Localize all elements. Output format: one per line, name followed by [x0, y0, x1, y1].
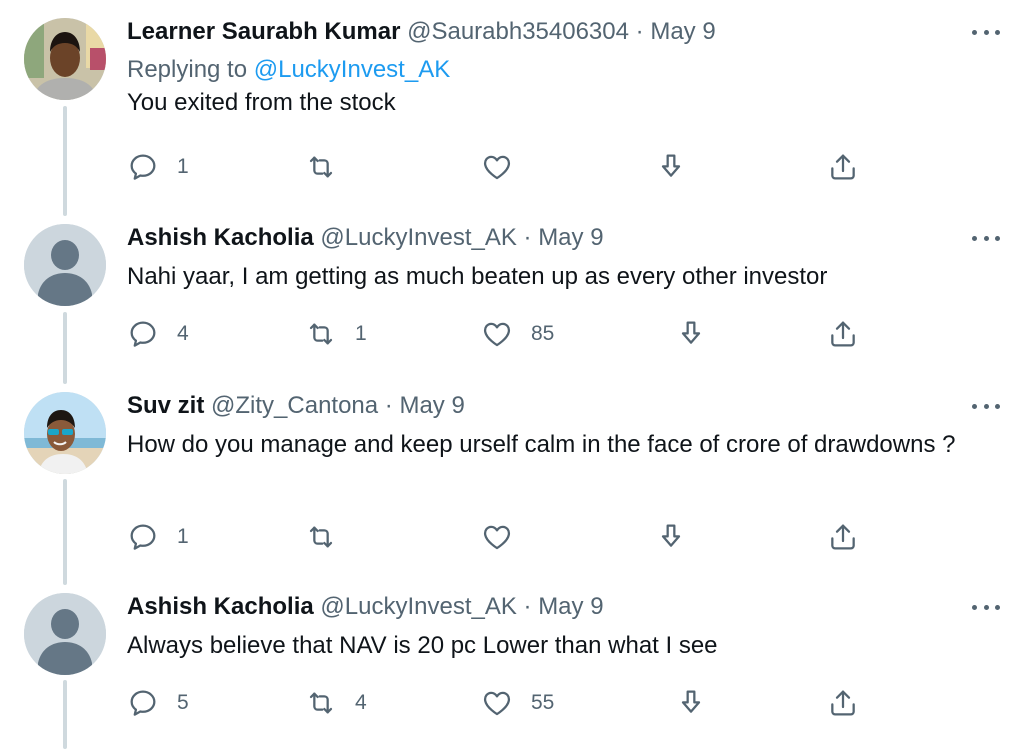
bookmark-button[interactable] [675, 316, 707, 352]
replying-to-label: Replying to [127, 56, 248, 83]
share-icon [827, 687, 859, 719]
display-name[interactable]: Suv zit [127, 392, 204, 419]
retweet-button[interactable]: 1 [305, 316, 367, 352]
like-button[interactable] [481, 519, 531, 555]
more-options-icon[interactable] [972, 22, 1000, 42]
bookmark-download-icon [655, 151, 687, 183]
share-button[interactable] [827, 519, 859, 555]
separator-dot: · [384, 392, 393, 419]
tweet-text: You exited from the stock [127, 89, 396, 116]
reply-icon [127, 521, 159, 553]
heart-icon [481, 318, 513, 350]
tweet-text: Nahi yaar, I am getting as much beaten u… [127, 263, 828, 290]
avatar[interactable] [24, 392, 106, 474]
reply-count: 1 [177, 155, 189, 178]
separator-dot: · [635, 18, 644, 45]
replying-to-line: Replying to @LuckyInvest_AK [127, 54, 1000, 86]
more-options-icon[interactable] [972, 396, 1000, 416]
retweet-count: 4 [355, 691, 367, 714]
retweet-button[interactable]: 4 [305, 685, 367, 721]
reply-button[interactable]: 5 [127, 685, 189, 721]
default-profile-icon [24, 593, 106, 675]
thread-connector-line [63, 312, 67, 384]
share-button[interactable] [827, 685, 859, 721]
thread-connector-line [63, 479, 67, 585]
bookmark-download-icon [675, 687, 707, 719]
tweet-date[interactable]: May 9 [538, 593, 603, 620]
share-button[interactable] [827, 316, 859, 352]
reply-button[interactable]: 4 [127, 316, 189, 352]
thread-connector-line [63, 680, 67, 749]
tweet-actions: 1 [127, 149, 867, 185]
tweet-actions: 1 [127, 519, 867, 555]
separator-dot: · [523, 593, 532, 620]
retweet-icon [305, 151, 337, 183]
tweet-header: Learner Saurabh Kumar @Saurabh35406304 ·… [127, 16, 1000, 48]
tweet-actions: 4 1 85 [127, 316, 867, 352]
tweet-date[interactable]: May 9 [538, 224, 603, 251]
default-profile-icon [24, 224, 106, 306]
retweet-button[interactable] [305, 519, 355, 555]
reply-count: 5 [177, 691, 189, 714]
heart-icon [481, 521, 513, 553]
share-icon [827, 521, 859, 553]
retweet-count: 1 [355, 322, 367, 345]
like-count: 85 [531, 322, 555, 345]
replying-to-mention[interactable]: @LuckyInvest_AK [254, 56, 450, 83]
user-handle[interactable]: @LuckyInvest_AK [320, 593, 516, 620]
reply-icon [127, 151, 159, 183]
more-options-icon[interactable] [972, 597, 1000, 617]
reply-count: 1 [177, 525, 189, 548]
reply-count: 4 [177, 322, 189, 345]
user-handle[interactable]: @Saurabh35406304 [407, 18, 629, 45]
like-count: 55 [531, 691, 555, 714]
separator-dot: · [523, 224, 532, 251]
tweet-actions: 5 4 55 [127, 685, 867, 721]
bookmark-button[interactable] [655, 519, 687, 555]
share-button[interactable] [827, 149, 859, 185]
share-icon [827, 318, 859, 350]
thread-connector-line [63, 106, 67, 216]
like-button[interactable]: 85 [481, 316, 554, 352]
avatar[interactable] [24, 18, 106, 100]
bookmark-download-icon [675, 318, 707, 350]
tweet-header: Ashish Kacholia @LuckyInvest_AK · May 9 [127, 222, 1000, 254]
reply-icon [127, 318, 159, 350]
user-handle[interactable]: @LuckyInvest_AK [320, 224, 516, 251]
avatar[interactable] [24, 224, 106, 306]
reply-button[interactable]: 1 [127, 519, 189, 555]
heart-icon [481, 687, 513, 719]
like-button[interactable] [481, 149, 531, 185]
display-name[interactable]: Learner Saurabh Kumar [127, 18, 400, 45]
display-name[interactable]: Ashish Kacholia [127, 593, 314, 620]
tweet-text: Always believe that NAV is 20 pc Lower t… [127, 632, 718, 659]
heart-icon [481, 151, 513, 183]
reply-icon [127, 687, 159, 719]
more-options-icon[interactable] [972, 228, 1000, 248]
tweet-date[interactable]: May 9 [399, 392, 464, 419]
bookmark-button[interactable] [675, 685, 707, 721]
retweet-icon [305, 687, 337, 719]
bookmark-button[interactable] [655, 149, 687, 185]
like-button[interactable]: 55 [481, 685, 554, 721]
avatar[interactable] [24, 593, 106, 675]
retweet-button[interactable] [305, 149, 355, 185]
tweet-date[interactable]: May 9 [650, 18, 715, 45]
tweet-header: Ashish Kacholia @LuckyInvest_AK · May 9 [127, 591, 1000, 623]
share-icon [827, 151, 859, 183]
retweet-icon [305, 318, 337, 350]
display-name[interactable]: Ashish Kacholia [127, 224, 314, 251]
tweet-header: Suv zit @Zity_Cantona · May 9 [127, 390, 1000, 422]
retweet-icon [305, 521, 337, 553]
reply-button[interactable]: 1 [127, 149, 189, 185]
bookmark-download-icon [655, 521, 687, 553]
tweet-text: How do you manage and keep urself calm i… [127, 431, 956, 458]
user-handle[interactable]: @Zity_Cantona [211, 392, 378, 419]
